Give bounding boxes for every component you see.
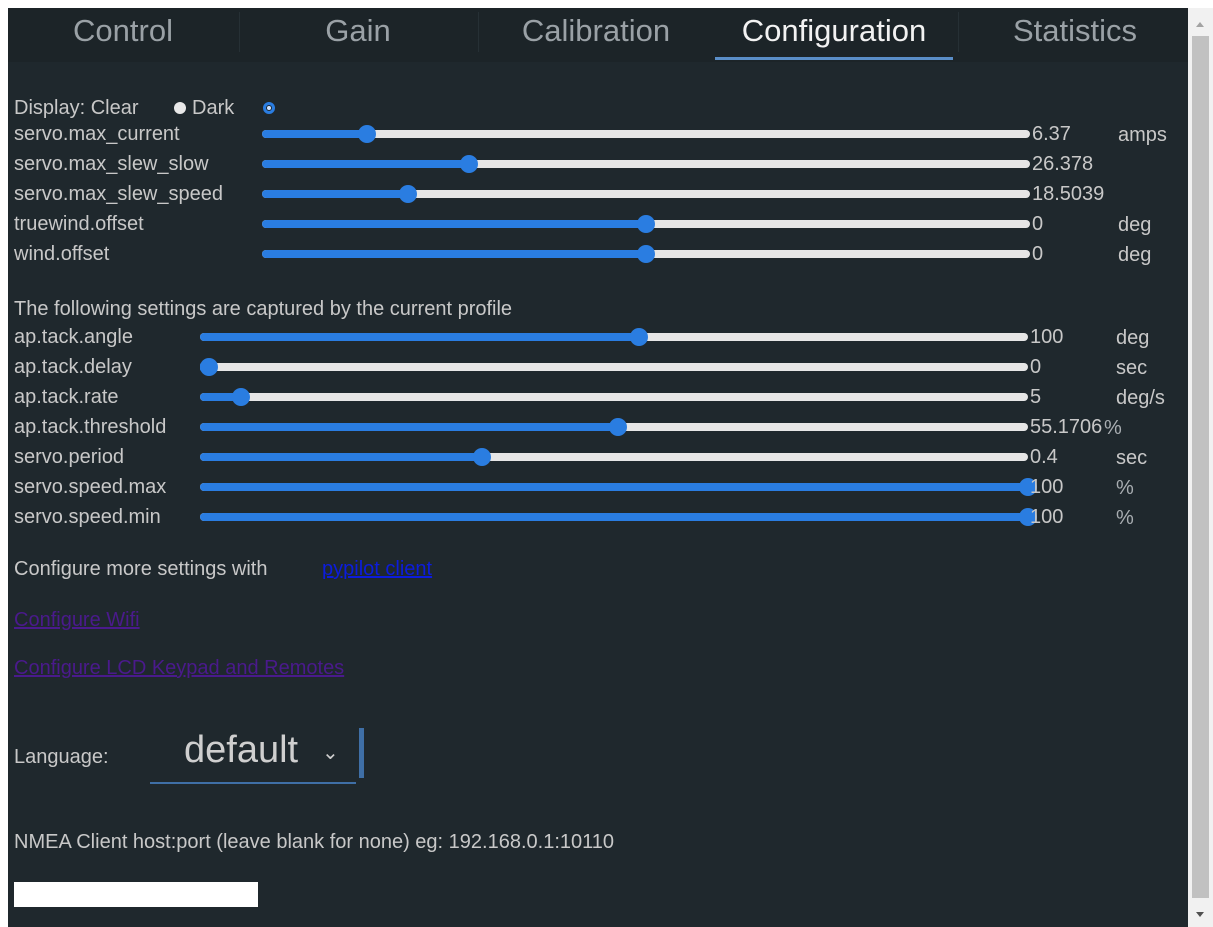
slider-fill (200, 423, 618, 431)
tab-bar: Control Gain Calibration Configuration S… (8, 8, 1188, 62)
setting-slider[interactable] (262, 124, 1030, 144)
chevron-down-icon: ⌄ (322, 742, 339, 764)
setting-value: 18.5039 (1032, 183, 1105, 205)
setting-label: ap.tack.angle (14, 326, 133, 348)
tab-statistics[interactable]: Statistics (962, 8, 1188, 54)
setting-value: 0 (1032, 213, 1044, 235)
slider-thumb[interactable] (358, 125, 376, 143)
scrollbar-thumb[interactable] (1192, 36, 1209, 898)
setting-label: wind.offset (14, 243, 110, 265)
nmea-host-input[interactable] (14, 882, 258, 907)
slider-fill (200, 333, 639, 341)
setting-unit: amps (1118, 124, 1167, 146)
setting-unit: sec (1116, 357, 1148, 379)
setting-slider[interactable] (200, 477, 1037, 497)
more-settings-text: Configure more settings with (14, 558, 268, 580)
tab-divider (958, 12, 959, 52)
slider-fill (200, 453, 482, 461)
vertical-scrollbar[interactable] (1188, 8, 1213, 927)
setting-value: 5 (1030, 386, 1042, 408)
profile-heading: The following settings are captured by t… (14, 298, 513, 320)
setting-slider[interactable] (200, 507, 1037, 527)
tab-divider (478, 12, 479, 52)
setting-value: 26.378 (1032, 153, 1094, 175)
setting-unit: % (1104, 417, 1122, 439)
scroll-up-arrow-icon[interactable] (1196, 22, 1204, 27)
slider-thumb[interactable] (637, 245, 655, 263)
tab-calibration[interactable]: Calibration (480, 8, 712, 54)
scroll-down-arrow-icon[interactable] (1196, 912, 1204, 917)
setting-value: 100 (1030, 326, 1064, 348)
setting-slider[interactable] (262, 244, 1030, 264)
slider-fill (262, 160, 469, 168)
slider-track (200, 363, 1028, 371)
setting-unit: deg (1118, 214, 1152, 236)
display-label: Display: Clear (14, 97, 139, 119)
slider-thumb[interactable] (609, 418, 627, 436)
slider-thumb[interactable] (460, 155, 478, 173)
slider-track (200, 393, 1028, 401)
slider-fill (200, 513, 1028, 521)
setting-slider[interactable] (200, 387, 1028, 407)
setting-slider[interactable] (200, 417, 1028, 437)
setting-label: ap.tack.rate (14, 386, 119, 408)
setting-unit: deg/s (1116, 387, 1165, 409)
setting-value: 100 (1030, 506, 1064, 528)
setting-label: servo.max_slew_slow (14, 153, 209, 175)
setting-label: servo.max_slew_speed (14, 183, 223, 205)
setting-unit: % (1116, 477, 1134, 499)
setting-label: servo.speed.min (14, 506, 161, 528)
setting-label: servo.max_current (14, 123, 180, 145)
slider-fill (262, 130, 367, 138)
setting-unit: sec (1116, 447, 1148, 469)
setting-value: 6.37 (1032, 123, 1071, 145)
tab-configuration[interactable]: Configuration (715, 8, 953, 60)
tab-gain[interactable]: Gain (240, 8, 476, 54)
slider-fill (262, 190, 408, 198)
language-select[interactable]: default ⌄ (150, 724, 364, 784)
setting-slider[interactable] (200, 447, 1028, 467)
slider-fill (200, 483, 1028, 491)
slider-thumb[interactable] (637, 215, 655, 233)
select-focus-edge (359, 728, 364, 778)
language-label: Language: (14, 746, 109, 768)
display-dark-radio[interactable] (263, 102, 275, 114)
setting-label: servo.speed.max (14, 476, 167, 498)
slider-thumb[interactable] (200, 358, 218, 376)
setting-label: truewind.offset (14, 213, 144, 235)
setting-value: 0 (1030, 356, 1042, 378)
setting-value: 0 (1032, 243, 1044, 265)
language-value: default (184, 729, 299, 771)
setting-unit: % (1116, 507, 1134, 529)
slider-fill (262, 250, 646, 258)
tab-control[interactable]: Control (8, 8, 238, 54)
display-dark-label: Dark (192, 97, 235, 119)
setting-label: ap.tack.threshold (14, 416, 167, 438)
slider-track (262, 130, 1030, 138)
pypilot-client-link[interactable]: pypilot client (322, 557, 432, 581)
setting-value: 0.4 (1030, 446, 1058, 468)
setting-label: ap.tack.delay (14, 356, 132, 378)
slider-thumb[interactable] (232, 388, 250, 406)
slider-thumb[interactable] (399, 185, 417, 203)
setting-slider[interactable] (262, 214, 1030, 234)
slider-thumb[interactable] (630, 328, 648, 346)
display-clear-radio[interactable] (174, 102, 186, 114)
app-window: Control Gain Calibration Configuration S… (8, 8, 1188, 927)
nmea-label: NMEA Client host:port (leave blank for n… (14, 831, 615, 853)
setting-value: 55.1706 (1030, 416, 1103, 438)
slider-thumb[interactable] (473, 448, 491, 466)
slider-fill (262, 220, 646, 228)
setting-slider[interactable] (262, 154, 1030, 174)
setting-slider[interactable] (200, 357, 1028, 377)
setting-value: 100 (1030, 476, 1064, 498)
configure-wifi-link[interactable]: Configure Wifi (14, 608, 140, 632)
setting-unit: deg (1116, 327, 1150, 349)
configure-lcd-link[interactable]: Configure LCD Keypad and Remotes (14, 656, 344, 680)
setting-slider[interactable] (200, 327, 1028, 347)
setting-slider[interactable] (262, 184, 1030, 204)
setting-unit: deg (1118, 244, 1152, 266)
setting-label: servo.period (14, 446, 125, 468)
